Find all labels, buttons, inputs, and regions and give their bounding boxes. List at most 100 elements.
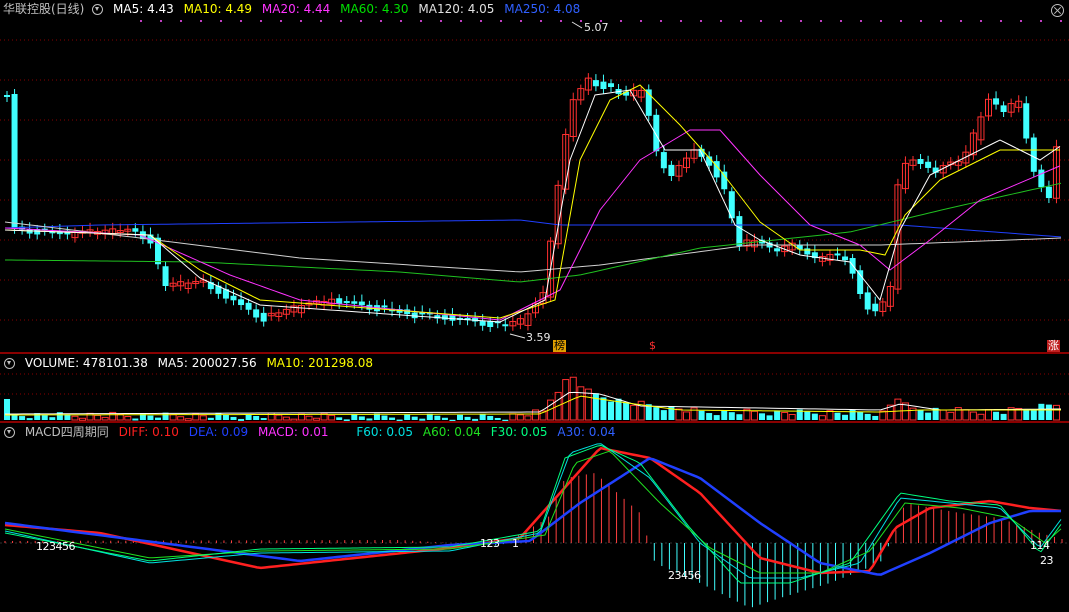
candle-down — [351, 301, 358, 304]
volume-bar-down — [766, 415, 773, 420]
indicator-menu-icon[interactable] — [92, 4, 104, 15]
volume-bar-up — [94, 414, 102, 421]
event-marker — [360, 20, 362, 22]
volume-bar-up — [79, 417, 86, 421]
candle-down — [479, 321, 486, 326]
volume-bar-down — [19, 416, 26, 420]
diff-line — [4, 446, 1062, 575]
event-marker — [640, 20, 642, 22]
candle-down — [487, 321, 494, 328]
volume-bar-down — [441, 417, 448, 420]
candle-down — [162, 266, 169, 287]
candle-down — [358, 301, 365, 306]
volume-bar-up — [532, 409, 539, 421]
event-marker — [260, 20, 262, 22]
macd-marker: 1 — [512, 537, 519, 550]
volume-bar-down — [774, 410, 781, 420]
candle-down — [917, 159, 924, 164]
price-chart[interactable] — [0, 0, 1069, 352]
volume-bar-down — [147, 415, 154, 420]
macd-label: MACD: 0.01 — [257, 425, 329, 439]
volume-bar-up — [524, 415, 532, 421]
tag-zhang[interactable]: 涨 — [1047, 340, 1060, 352]
event-marker — [860, 20, 862, 22]
event-marker — [200, 20, 202, 22]
volume-bar-down — [215, 412, 222, 420]
volume-bar-down — [1000, 413, 1007, 420]
event-marker — [700, 20, 702, 22]
event-marker — [620, 20, 622, 22]
volume-menu-icon[interactable] — [4, 358, 15, 369]
ma20-label: MA20: 4.44 — [261, 2, 331, 16]
event-marker — [280, 20, 282, 22]
event-marker — [920, 20, 922, 22]
volume-bar-up — [630, 404, 638, 421]
volume-bar-down — [872, 415, 879, 420]
candle-down — [245, 302, 252, 310]
event-marker — [160, 20, 162, 22]
tag-dollar[interactable]: $ — [648, 340, 657, 352]
low-leader — [509, 333, 526, 339]
volume-bar-down — [842, 414, 849, 420]
event-marker — [740, 20, 742, 22]
volume-bar-up — [985, 409, 992, 421]
event-marker — [480, 20, 482, 22]
event-marker — [960, 20, 962, 22]
volume-bar-down — [698, 410, 705, 420]
volume-bar-down — [728, 412, 735, 420]
volume-bar-down — [1030, 410, 1037, 420]
stock-title: 华联控股(日线) — [3, 2, 85, 16]
volume-bar-up — [962, 409, 970, 421]
volume-bar-down — [653, 407, 660, 420]
volume-bar-up — [101, 416, 109, 421]
volume-bar-up — [562, 379, 570, 421]
volume-bar-down — [759, 413, 765, 420]
candle-down — [502, 324, 509, 327]
volume-bar-down — [381, 415, 388, 420]
event-marker — [900, 20, 902, 22]
volume-bar-down — [358, 416, 365, 420]
volume-panel: VOLUME: 478101.38 MA5: 200027.56 MA10: 2… — [0, 354, 1069, 422]
volume-bar-down — [4, 399, 10, 420]
event-marker — [940, 20, 942, 22]
event-marker — [240, 20, 242, 22]
volume-bar-up — [577, 386, 585, 421]
volume-header: VOLUME: 478101.38 MA5: 200027.56 MA10: 2… — [0, 354, 379, 372]
candle-down — [668, 164, 675, 176]
price-header: 华联控股(日线) MA5: 4.43 MA10: 4.49 MA20: 4.44… — [0, 0, 586, 18]
macd-menu-icon[interactable] — [4, 427, 15, 438]
event-marker — [220, 20, 222, 22]
candle-down — [132, 228, 139, 232]
event-marker — [420, 20, 422, 22]
ma120-label: MA120: 4.05 — [418, 2, 495, 16]
volume-bar-down — [721, 410, 728, 420]
volume-bar-up — [199, 415, 207, 421]
macd-chart[interactable] — [0, 423, 1069, 612]
candle-down — [4, 95, 10, 97]
candle-down — [441, 315, 448, 320]
volume-bar-down — [706, 413, 713, 420]
candle-down — [660, 152, 667, 169]
volume-bar-down — [457, 414, 463, 420]
volume-bar-down — [479, 413, 486, 420]
volume-bar-up — [124, 415, 132, 421]
candle-down — [600, 81, 607, 90]
volume-bar-up — [939, 409, 947, 421]
volume-bar-up — [297, 413, 305, 421]
volume-bar-down — [736, 414, 743, 420]
macd-title: MACD四周期同 — [24, 425, 109, 439]
volume-bar-up — [313, 417, 321, 421]
candle-down — [721, 171, 728, 190]
volume-bar-up — [788, 413, 796, 421]
high-leader — [571, 21, 583, 29]
tag-bang[interactable]: 榜 — [553, 340, 566, 352]
event-marker — [1020, 20, 1022, 22]
ma250-label: MA250: 4.08 — [504, 2, 581, 16]
volume-bar-up — [750, 410, 758, 421]
volume-bar-down — [660, 410, 667, 420]
event-marker — [720, 20, 722, 22]
volume-bar-down — [917, 410, 924, 420]
volume-bar-up — [275, 414, 283, 421]
volume-bar-up — [781, 411, 789, 421]
volume-ma5-label: MA5: 200027.56 — [157, 356, 257, 370]
